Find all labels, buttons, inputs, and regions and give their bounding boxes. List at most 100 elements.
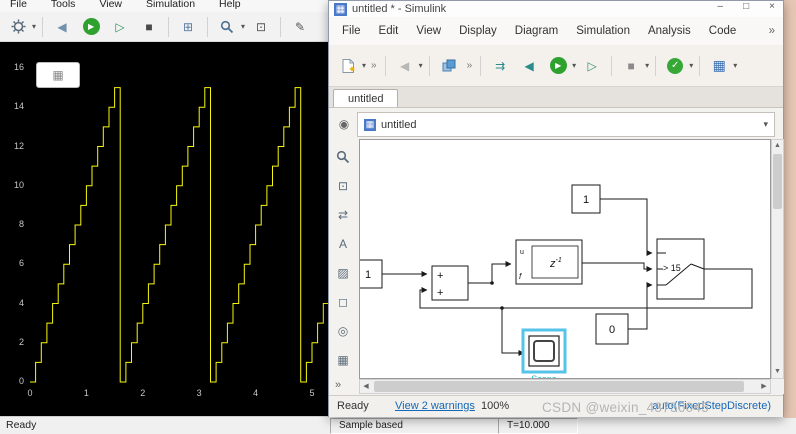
step-back-button[interactable]: ◀ <box>516 54 542 78</box>
step-back-button[interactable]: ◀ <box>49 15 75 39</box>
stop-caret-icon[interactable]: ▾ <box>645 61 649 70</box>
check-caret-icon[interactable]: ▾ <box>689 61 693 70</box>
simulink-window: ▦ untitled * - Simulink – □ × File Edit … <box>328 0 784 417</box>
annotation-icon[interactable]: A <box>331 232 355 256</box>
back-caret-icon[interactable]: ▾ <box>419 61 423 70</box>
model-windows-icon[interactable] <box>436 54 462 78</box>
x-axis-tick-label: 4 <box>253 388 259 398</box>
maximize-button[interactable]: □ <box>743 1 749 12</box>
run-button[interactable]: ▶ <box>545 54 571 78</box>
wire-branch-to-scope[interactable] <box>501 308 525 356</box>
annotate-pencil-button[interactable]: ✎ <box>287 15 313 39</box>
status-ready: Ready <box>337 400 369 412</box>
fit-to-view-button[interactable]: ⊡ <box>248 15 274 39</box>
switch-threshold-label: > 15 <box>663 263 681 273</box>
breadcrumb-caret-icon[interactable]: ▾ <box>763 119 768 130</box>
signal-routing-icon[interactable]: ⇄ <box>331 203 355 227</box>
wire-delay-to-switch[interactable] <box>582 262 653 272</box>
zoom-magnifier-icon[interactable] <box>214 15 240 39</box>
wire-sum-to-delay[interactable] <box>468 261 512 284</box>
block-label: 0 <box>609 324 615 336</box>
image-icon[interactable]: ▨ <box>331 261 355 285</box>
minimize-button[interactable]: – <box>718 1 724 12</box>
editor-palette: ⊡ ⇄ A ▨ ◻ ◎ ▦ <box>330 145 356 372</box>
scroll-left-icon[interactable]: ◀ <box>360 380 372 393</box>
scope-status-ready: Ready <box>6 419 37 431</box>
tab-untitled[interactable]: untitled <box>333 89 399 107</box>
back-button[interactable]: ◀ <box>392 54 418 78</box>
block-constant-one[interactable]: 1 <box>571 184 601 214</box>
vertical-scrollbar[interactable]: ▲ ▼ <box>771 139 784 379</box>
horizontal-scrollbar[interactable]: ◀ ▶ <box>359 379 771 394</box>
block-constant-zero[interactable]: 0 <box>595 313 629 345</box>
fit-to-view-icon[interactable]: ⊡ <box>331 174 355 198</box>
wire-const0-to-switch[interactable] <box>628 282 653 330</box>
menu-simulation[interactable]: Simulation <box>146 0 195 12</box>
block-scope-selected[interactable]: Scope <box>521 328 567 384</box>
area-box-icon[interactable]: ◻ <box>331 290 355 314</box>
menu-file[interactable]: File <box>333 25 370 37</box>
sum-plus-sign: + <box>437 270 443 282</box>
settings-gear-icon[interactable] <box>5 15 31 39</box>
y-axis-tick-label: 8 <box>18 219 24 229</box>
block-sum[interactable]: + + <box>431 265 469 301</box>
menu-tools[interactable]: Tools <box>51 0 76 12</box>
block-constant-left[interactable]: 1 <box>349 259 383 289</box>
run-caret-icon[interactable]: ▾ <box>572 61 576 70</box>
record-icon[interactable]: ◎ <box>331 319 355 343</box>
watermark-text: CSDN @weixin_43756045 <box>542 400 710 415</box>
new-model-icon[interactable] <box>335 54 361 78</box>
zoom-caret-icon[interactable]: ▾ <box>241 22 245 31</box>
menu-simulation[interactable]: Simulation <box>567 25 639 37</box>
wire-const1-to-switch[interactable] <box>600 198 653 256</box>
warnings-link[interactable]: View 2 warnings <box>395 400 475 412</box>
menu-diagram[interactable]: Diagram <box>506 25 567 37</box>
block-switch[interactable]: > 15 <box>656 238 705 300</box>
inspector-caret-icon[interactable]: ▾ <box>733 61 737 70</box>
horizontal-scroll-thumb[interactable] <box>374 381 744 392</box>
data-inspector-icon[interactable]: ▦ <box>706 54 732 78</box>
menu-edit[interactable]: Edit <box>370 25 408 37</box>
x-axis-tick-label: 3 <box>196 388 202 398</box>
palette-overflow-chevron[interactable]: » <box>335 379 341 391</box>
menu-overflow-chevron[interactable]: » <box>769 25 783 37</box>
zoom-level: 100% <box>481 400 510 412</box>
vertical-scroll-thumb[interactable] <box>773 154 782 209</box>
menu-help[interactable]: Help <box>219 0 241 12</box>
stop-button[interactable]: ■ <box>618 54 644 78</box>
viewmarks-icon[interactable]: ▦ <box>331 348 355 372</box>
menu-analysis[interactable]: Analysis <box>639 25 700 37</box>
settings-caret-icon[interactable]: ▾ <box>32 22 36 31</box>
step-forward-button[interactable]: ▷ <box>107 15 133 39</box>
fast-restart-icon[interactable]: ⇉ <box>487 54 513 78</box>
run-button[interactable]: ▶ <box>78 15 104 39</box>
layout-button[interactable]: ⊞ <box>175 15 201 39</box>
scroll-up-icon[interactable]: ▲ <box>772 140 783 152</box>
zoom-magnifier-icon[interactable] <box>331 145 355 169</box>
model-browser-toggle-icon[interactable]: ◉ <box>335 115 353 133</box>
toolbar-separator <box>42 16 44 37</box>
menu-display[interactable]: Display <box>450 25 506 37</box>
scroll-down-icon[interactable]: ▼ <box>772 366 783 378</box>
new-model-caret-icon[interactable]: ▾ <box>362 61 366 70</box>
plot-legend[interactable]: ▦ <box>36 62 80 88</box>
close-button[interactable]: × <box>769 1 775 12</box>
stop-button[interactable]: ■ <box>136 15 162 39</box>
toolbar-overflow-chevron[interactable]: » <box>465 60 475 71</box>
step-forward-button[interactable]: ▷ <box>579 54 605 78</box>
y-axis-tick-label: 14 <box>13 101 24 112</box>
scroll-right-icon[interactable]: ▶ <box>758 380 770 393</box>
model-canvas[interactable]: 1 + + u f z-1 > 15 1 0 <box>349 139 771 384</box>
block-unit-delay[interactable]: u f z-1 <box>515 239 583 285</box>
screen: { "watermark": "CSDN @weixin_43756045", … <box>0 0 796 434</box>
menu-view[interactable]: View <box>407 25 450 37</box>
menu-file[interactable]: File <box>10 0 27 12</box>
x-axis-tick-label: 0 <box>27 388 33 398</box>
breadcrumb[interactable]: ▦ untitled ▾ <box>357 112 775 137</box>
toolbar-overflow-chevron[interactable]: » <box>369 60 379 71</box>
check-icon: ✓ <box>667 57 684 74</box>
menu-view[interactable]: View <box>99 0 122 12</box>
update-diagram-button[interactable]: ✓ <box>662 54 688 78</box>
menu-code[interactable]: Code <box>700 25 746 37</box>
simulink-titlebar[interactable]: ▦ untitled * - Simulink – □ × <box>329 1 783 17</box>
